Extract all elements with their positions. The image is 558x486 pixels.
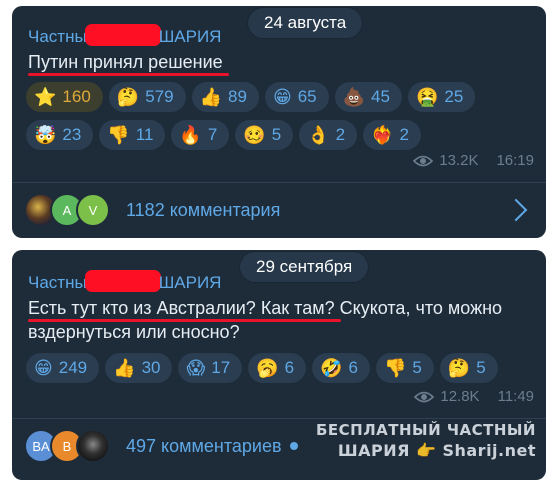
vomiting-face-icon: 🤮 (415, 87, 439, 107)
avatar: V (76, 193, 110, 227)
message-text: Есть тут кто из Австралии? Как там? Скук… (28, 296, 528, 344)
grinning-face-icon: 😁 (34, 358, 53, 378)
reaction-count: 579 (145, 87, 174, 106)
channel-name-right: ШАРИЯ (158, 27, 222, 46)
eye-icon (414, 391, 435, 402)
redaction-mark (84, 270, 161, 292)
commenter-avatars: BA B (24, 429, 110, 463)
reaction-count: 2 (335, 125, 346, 144)
reaction-count: 11 (135, 125, 154, 144)
ok-hand-icon: 👌 (307, 125, 330, 145)
reaction-pill[interactable]: 😁 65 (264, 82, 329, 112)
chevron-right-icon (504, 198, 528, 222)
rolling-laughing-icon: 🤣 (320, 358, 343, 378)
thinking-face-icon: 🤔 (447, 358, 471, 378)
reaction-pill[interactable]: 🤔 5 (439, 353, 498, 383)
reaction-count: 25 (444, 87, 464, 106)
date-badge: 29 сентября (240, 252, 369, 282)
reaction-pill[interactable]: 👍 30 (105, 353, 173, 383)
reaction-pill[interactable]: 🔥 7 (171, 120, 230, 150)
thumbs-up-icon: 👍 (199, 87, 223, 107)
reaction-pill[interactable]: 🤔 579 (108, 82, 186, 112)
reaction-count: 2 (399, 125, 409, 144)
heart-on-fire-icon: ❤️‍🔥 (371, 125, 394, 145)
message-card-1: 24 августа Частны ШАРИЯ Путин принял реше… (12, 6, 546, 238)
channel-name-left: Частны (28, 27, 87, 46)
view-count: 12.8K (440, 388, 480, 405)
reaction-count: 160 (62, 87, 91, 106)
poop-icon: 💩 (342, 87, 366, 107)
message-meta: 13.2K 16:19 (413, 152, 534, 169)
message-time: 16:19 (496, 152, 534, 169)
reaction-pill[interactable]: 👎 11 (99, 120, 166, 150)
comments-button[interactable]: A V 1182 комментария (24, 190, 532, 230)
reaction-count: 65 (297, 87, 317, 106)
reaction-count: 6 (348, 358, 358, 377)
star-icon: ⭐ (34, 87, 57, 107)
reaction-count: 5 (412, 358, 422, 377)
message-time: 11:49 (497, 388, 534, 405)
channel-name[interactable]: Частны ШАРИЯ (28, 24, 221, 47)
yawning-face-icon: 🥱 (256, 358, 279, 378)
reaction-count: 17 (211, 358, 231, 377)
reactions-bar: 😁 249 👍 30 😱 17 🥱 6 🤣 6 👎 5 🤔 5 (26, 353, 536, 383)
divider (12, 182, 546, 183)
eye-icon (413, 155, 434, 166)
unread-dot-icon (289, 442, 298, 450)
reaction-count: 89 (228, 87, 247, 106)
grinning-face-icon: 😁 (272, 87, 292, 107)
reaction-count: 5 (476, 358, 486, 377)
message-card-2: 29 сентября Частны ШАРИЯ Есть тут кто из … (12, 250, 546, 480)
view-count: 13.2K (439, 152, 479, 169)
watermark: БЕСПЛАТНЫЙ ЧАСТНЫЙ ШАРИЯ 👉 Sharij.net (316, 420, 536, 462)
watermark-line-2: ШАРИЯ 👉 Sharij.net (337, 441, 536, 460)
channel-name[interactable]: Частны ШАРИЯ (28, 270, 221, 293)
reaction-count: 30 (141, 358, 161, 377)
reaction-pill[interactable]: 😱 17 (178, 353, 243, 383)
reaction-pill[interactable]: 👍 89 (191, 82, 259, 112)
reaction-pill[interactable]: 👎 5 (375, 353, 434, 383)
reaction-pill[interactable]: 💩 45 (334, 82, 402, 112)
thinking-face-icon: 🤔 (116, 87, 140, 107)
reaction-count: 45 (371, 87, 390, 106)
reaction-pill[interactable]: 🤯 23 (26, 120, 94, 150)
red-underline (28, 73, 229, 76)
commenter-avatars: A V (24, 193, 110, 227)
exploding-head-icon: 🤯 (34, 125, 57, 145)
reaction-count: 6 (284, 358, 295, 377)
reactions-bar: ⭐ 160 🤔 579 👍 89 😁 65 💩 45 🤮 25 🤯 23 👎 11 🔥 7 🥴 5 👌 2 ❤️‍🔥 2 (26, 82, 536, 150)
watermark-line-1: БЕСПЛАТНЫЙ ЧАСТНЫЙ (315, 421, 536, 439)
reaction-count: 7 (207, 125, 218, 144)
reaction-pill[interactable]: 👌 2 (299, 120, 358, 150)
message-text-underlined: Есть тут кто из Австралии? Как там? (28, 298, 335, 318)
fire-icon: 🔥 (179, 125, 202, 145)
channel-name-right: ШАРИЯ (158, 273, 222, 292)
reaction-pill[interactable]: 🥴 5 (235, 120, 294, 150)
thumbs-up-icon: 👍 (113, 358, 136, 378)
reaction-pill[interactable]: ❤️‍🔥 2 (363, 120, 421, 150)
reaction-count: 23 (62, 125, 82, 144)
reaction-pill[interactable]: 🤮 25 (407, 82, 476, 112)
message-text: Путин принял решение (28, 50, 528, 76)
thumbs-down-icon: 👎 (107, 125, 130, 145)
reaction-pill[interactable]: 🥱 6 (248, 353, 307, 383)
reaction-pill[interactable]: 😁 249 (26, 353, 100, 383)
reaction-pill[interactable]: ⭐ 160 (26, 82, 103, 112)
channel-name-left: Частны (28, 273, 87, 292)
comments-count: 1182 комментария (126, 199, 281, 220)
date-badge: 24 августа (248, 8, 363, 38)
comments-count: 497 комментариев (126, 435, 282, 456)
avatar (76, 429, 110, 463)
message-text-underlined: Путин принял решение (28, 52, 223, 72)
red-underline (28, 319, 341, 322)
reaction-count: 5 (271, 125, 282, 144)
thumbs-down-icon: 👎 (383, 358, 407, 378)
divider (12, 418, 546, 419)
woozy-face-icon: 🥴 (243, 125, 266, 145)
redaction-mark (84, 24, 161, 46)
reaction-pill[interactable]: 🤣 6 (312, 353, 370, 383)
reaction-count: 249 (58, 358, 88, 377)
screaming-face-icon: 😱 (186, 358, 206, 378)
message-meta: 12.8K 11:49 (414, 388, 534, 405)
